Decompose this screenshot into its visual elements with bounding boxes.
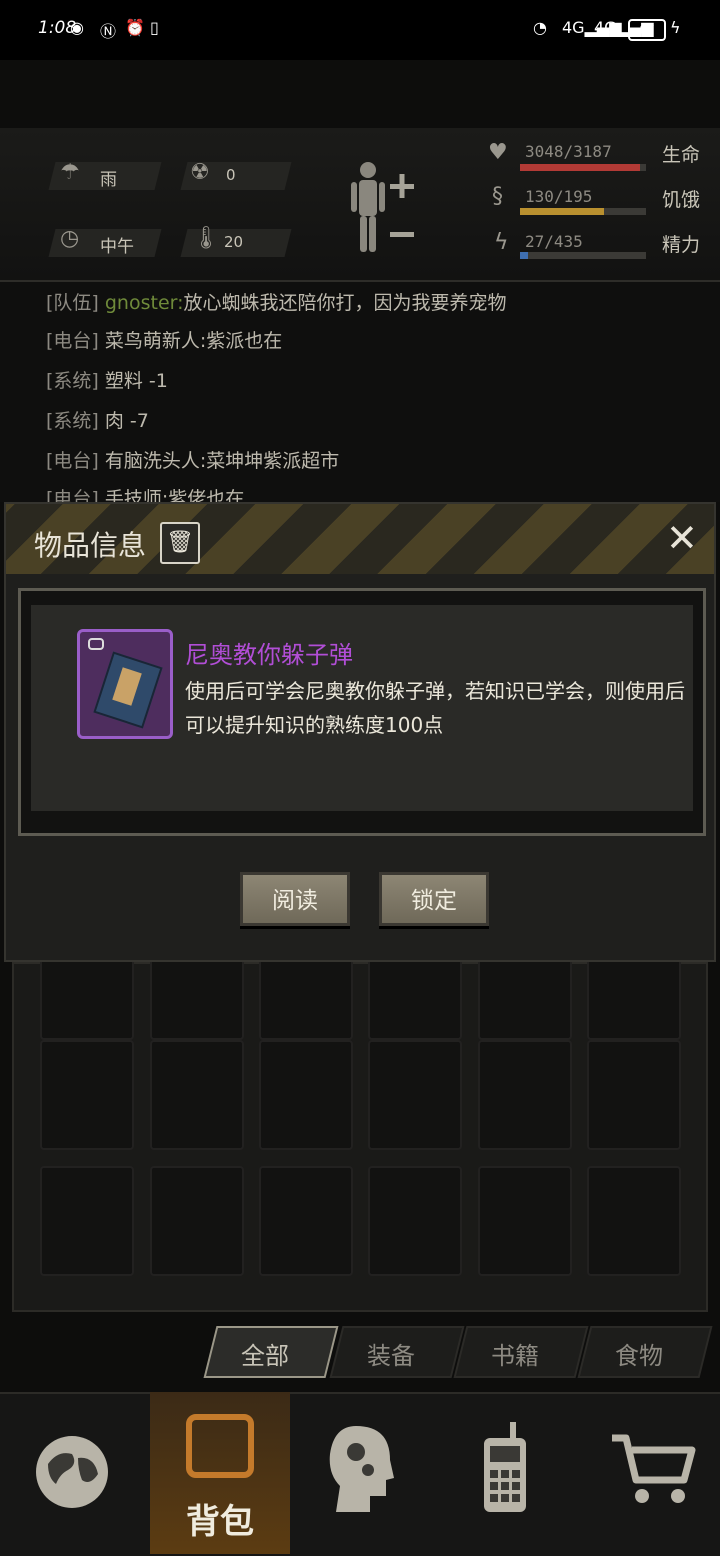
item-info-dialog: 物品信息 🗑 ✕ 尼奥教你躲子弹 使用后可学会尼奥教你躲子弹，若知识已学会，则使… — [4, 502, 716, 962]
nfc-icon: Ⓝ — [100, 22, 117, 41]
life-bar — [520, 164, 646, 171]
inventory-slot[interactable] — [587, 1040, 681, 1150]
inventory-slot[interactable] — [478, 1166, 572, 1276]
energy-value: 27/435 — [525, 232, 583, 251]
weather-value: 雨 — [100, 170, 117, 190]
book-cover — [93, 651, 163, 729]
battery-icon: 87 — [628, 19, 666, 41]
book-cover-figure — [112, 667, 142, 706]
item-name: 尼奥教你躲子弹 — [185, 641, 353, 669]
tab-label: 书籍 — [491, 1342, 539, 1370]
link-icon — [88, 638, 104, 650]
life-value: 3048/3187 — [525, 142, 612, 161]
body-status-icon[interactable] — [346, 158, 422, 258]
temperature-value: 20 — [224, 233, 244, 251]
backpack-icon — [186, 1414, 254, 1478]
charging-icon: ϟ — [670, 18, 681, 37]
rain-cloud-icon: ☂ — [60, 160, 80, 185]
chat-line: [队伍] gnoster:放心蜘蛛我还陪你打，因为我要养宠物 — [46, 292, 507, 314]
alarm-icon: ⏰ — [125, 18, 145, 37]
trash-icon[interactable]: 🗑 — [160, 522, 200, 564]
heart-icon: ♥ — [488, 140, 508, 165]
stomach-icon: § — [492, 184, 503, 209]
energy-head-icon: ϟ — [494, 230, 509, 255]
nav-shop[interactable] — [580, 1392, 720, 1554]
globe-icon — [36, 1436, 108, 1508]
nav-skills[interactable] — [292, 1392, 432, 1554]
radio-icon — [484, 1422, 526, 1512]
nav-world[interactable] — [0, 1392, 140, 1554]
head-gears-icon — [329, 1426, 394, 1512]
hunger-bar — [520, 208, 646, 215]
inventory-slot[interactable] — [368, 1040, 462, 1150]
clock-icon: ◷ — [60, 226, 80, 251]
inventory-slot[interactable] — [150, 1166, 244, 1276]
chat-line: [电台] 有脑洗头人:菜坤坤紫派超市 — [46, 450, 340, 472]
inventory-slot[interactable] — [587, 1166, 681, 1276]
inventory-slot[interactable] — [259, 1166, 353, 1276]
tab-label: 食物 — [615, 1342, 663, 1370]
radiation-icon: ☢ — [190, 160, 210, 185]
tab-label: 装备 — [367, 1342, 415, 1370]
nav-backpack-label: 背包 — [186, 1502, 254, 1542]
wifi-icon: ◔ — [533, 18, 547, 37]
inventory-slot[interactable] — [40, 1166, 134, 1276]
chat-line: [系统] 塑料 -1 — [46, 370, 168, 392]
time-of-day-value: 中午 — [100, 237, 134, 257]
read-button[interactable]: 阅读 — [240, 872, 350, 926]
dialog-title: 物品信息 — [34, 529, 147, 562]
item-detail-panel: 尼奥教你躲子弹 使用后可学会尼奥教你躲子弹，若知识已学会，则使用后 可以提升知识… — [18, 588, 706, 836]
energy-label: 精力 — [662, 234, 701, 256]
chat-line: [电台] 菜鸟萌新人:紫派也在 — [46, 330, 283, 352]
inventory-slot[interactable] — [478, 1040, 572, 1150]
chat-log[interactable]: [队伍] gnoster:放心蜘蛛我还陪你打，因为我要养宠物 [电台] 菜鸟萌新… — [0, 282, 720, 502]
close-icon[interactable]: ✕ — [666, 518, 698, 558]
nav-radio[interactable] — [436, 1392, 576, 1554]
inventory-slot[interactable] — [259, 1040, 353, 1150]
chat-line: [系统] 肉 -7 — [46, 410, 149, 432]
hunger-value: 130/195 — [525, 187, 593, 206]
eye-icon: ◉ — [70, 18, 84, 37]
book-icon — [77, 629, 173, 739]
energy-bar — [520, 252, 646, 259]
vibrate-icon: ▯ — [150, 18, 159, 37]
cart-icon — [612, 1434, 696, 1503]
inventory-slot[interactable] — [150, 1040, 244, 1150]
item-description: 可以提升知识的熟练度100点 — [185, 713, 444, 737]
lock-button[interactable]: 锁定 — [379, 872, 489, 926]
thermometer-icon: 🌡 — [192, 226, 220, 251]
tab-label: 全部 — [241, 1342, 289, 1370]
inventory-slot[interactable] — [40, 1040, 134, 1150]
item-description: 使用后可学会尼奥教你躲子弹，若知识已学会，则使用后 — [185, 679, 685, 703]
inventory-slot[interactable] — [368, 1166, 462, 1276]
hunger-label: 饥饿 — [662, 189, 701, 211]
life-label: 生命 — [662, 144, 701, 166]
chat-line: [电台] 手技师:紫佬也在 — [46, 488, 245, 502]
radiation-value: 0 — [226, 166, 236, 184]
